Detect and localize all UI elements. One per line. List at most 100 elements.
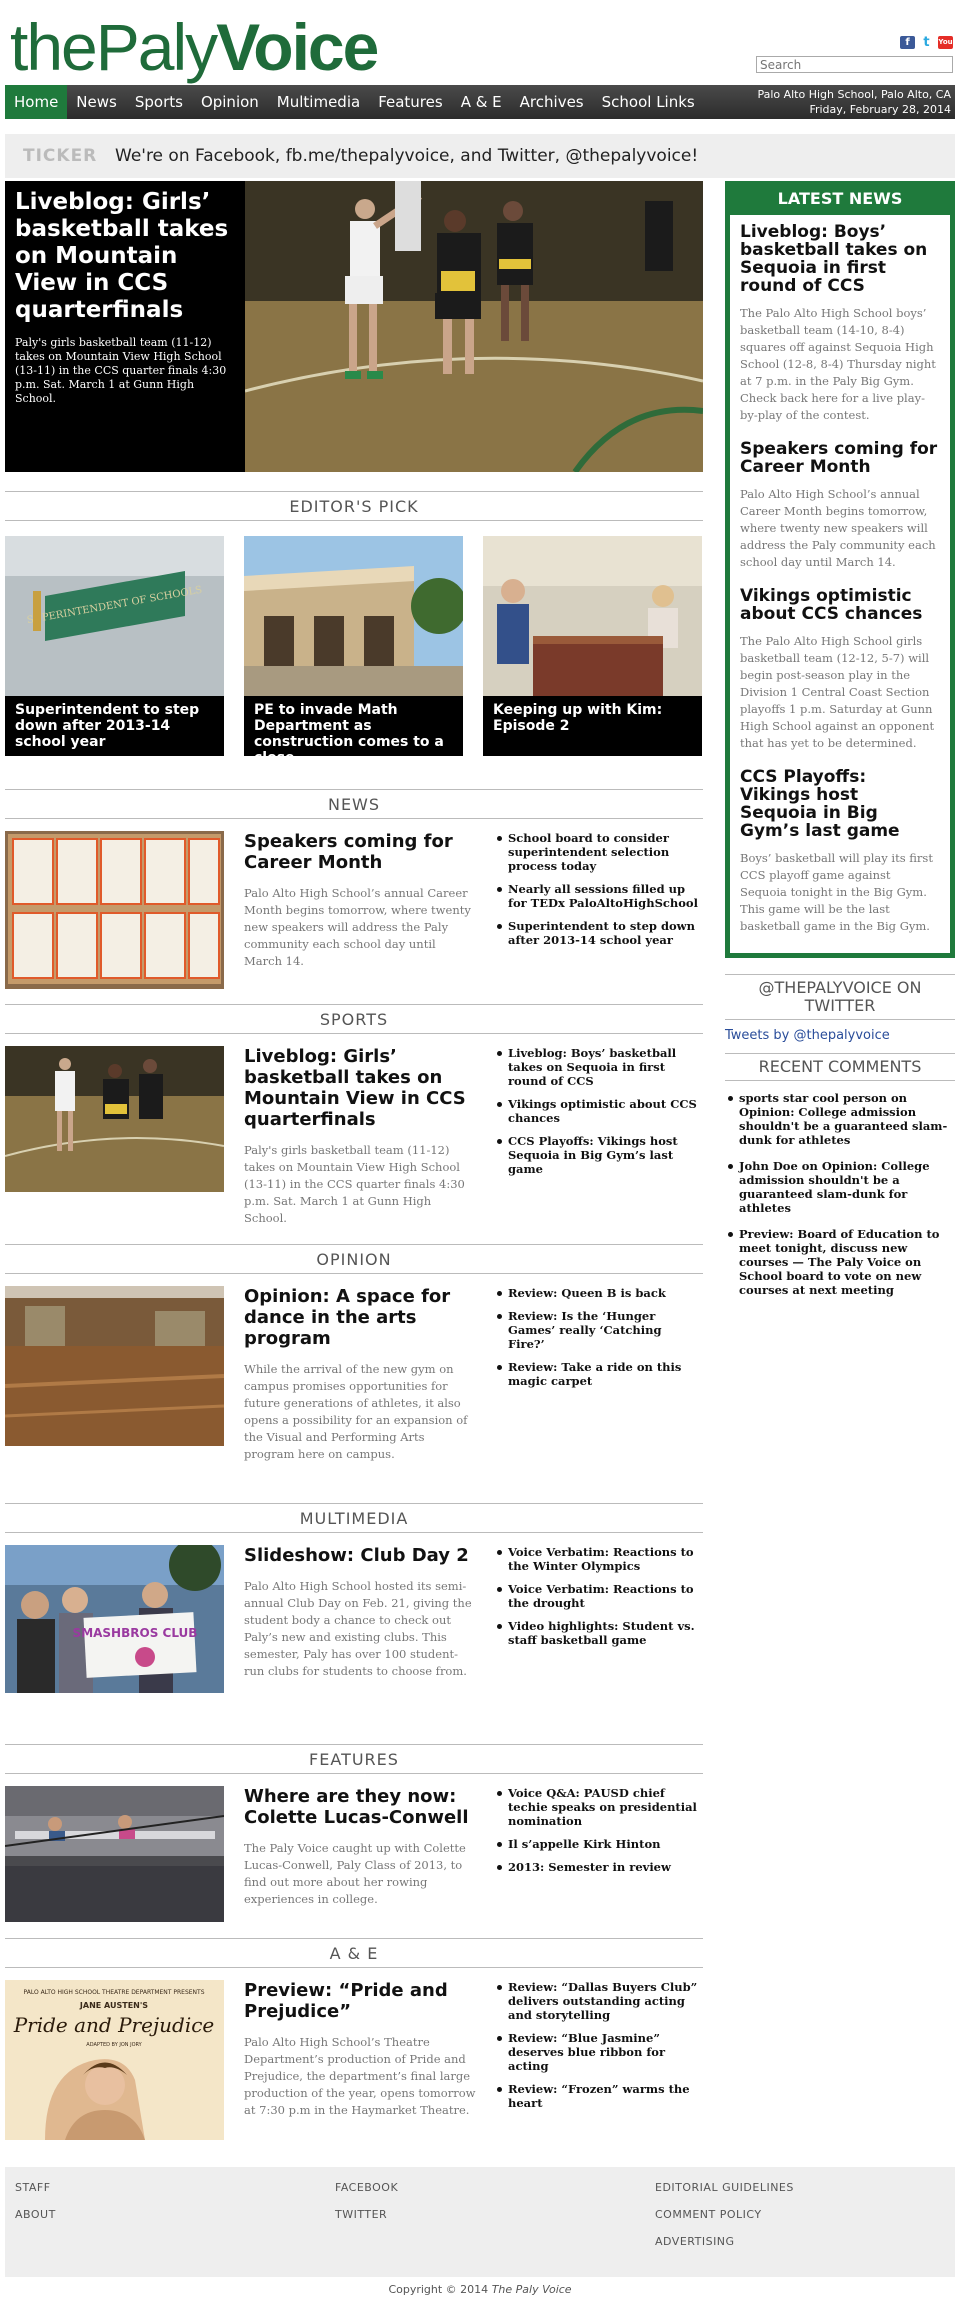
multimedia-link[interactable]: Voice Verbatim: Reactions to the drought xyxy=(494,1582,702,1610)
featured-story-title[interactable]: Liveblog: Girls’ basketball takes on Mou… xyxy=(15,189,235,324)
features-link[interactable]: 2013: Semester in review xyxy=(494,1860,702,1874)
editors-pick-caption[interactable]: Keeping up with Kim: Episode 2 xyxy=(483,696,702,756)
features-link[interactable]: Il s’appelle Kirk Hinton xyxy=(494,1837,702,1851)
multimedia-image[interactable]: SMASHBROS CLUB xyxy=(5,1545,224,1744)
nav-school-links[interactable]: School Links xyxy=(593,85,704,119)
sports-title[interactable]: Liveblog: Girls’ basketball takes on Mou… xyxy=(244,1046,476,1130)
multimedia-section: SMASHBROS CLUB Slideshow: Club Day 2 Pal… xyxy=(5,1545,703,1744)
sports-image[interactable] xyxy=(5,1046,224,1244)
opinion-link[interactable]: Review: Is the ‘Hunger Games’ really ‘Ca… xyxy=(494,1309,702,1351)
footer-twitter-link[interactable]: TWITTER xyxy=(335,2201,398,2228)
editors-pick-item[interactable]: PE to invade Math Department as construc… xyxy=(244,536,463,756)
nav-date: Friday, February 28, 2014 xyxy=(809,103,951,116)
nav-features[interactable]: Features xyxy=(369,85,452,119)
latest-news-title[interactable]: Liveblog: Boys’ basketball takes on Sequ… xyxy=(740,223,940,295)
news-image[interactable] xyxy=(5,831,224,1004)
footer-about-link[interactable]: ABOUT xyxy=(15,2201,56,2228)
sign-photo: SUPERINTENDENT OF SCHOOLS xyxy=(5,536,224,696)
basketball-thumb xyxy=(5,1046,224,1192)
editors-pick-caption[interactable]: Superintendent to step down after 2013-1… xyxy=(5,696,224,756)
comment-item[interactable]: John Doe on Opinion: College admission s… xyxy=(725,1159,955,1215)
multimedia-link[interactable]: Video highlights: Student vs. staff bask… xyxy=(494,1619,702,1647)
news-heading: NEWS xyxy=(5,789,703,819)
dance-studio-photo xyxy=(5,1286,224,1446)
ae-link[interactable]: Review: “Blue Jasmine” deserves blue rib… xyxy=(494,2031,702,2073)
footer-staff-link[interactable]: STAFF xyxy=(15,2174,56,2201)
main-nav: Home News Sports Opinion Multimedia Feat… xyxy=(5,85,955,119)
nav-ae[interactable]: A & E xyxy=(452,85,511,119)
career-board-photo xyxy=(5,831,224,989)
latest-news-title[interactable]: Vikings optimistic about CCS chances xyxy=(740,587,940,623)
featured-story-image[interactable] xyxy=(245,181,703,472)
comment-item[interactable]: sports star cool person on Opinion: Coll… xyxy=(725,1091,955,1147)
news-link[interactable]: Superintendent to step down after 2013-1… xyxy=(494,919,702,947)
footer-facebook-link[interactable]: FACEBOOK xyxy=(335,2174,398,2201)
opinion-link[interactable]: Review: Queen B is back xyxy=(494,1286,702,1300)
multimedia-link[interactable]: Voice Verbatim: Reactions to the Winter … xyxy=(494,1545,702,1573)
main-column: Liveblog: Girls’ basketball takes on Mou… xyxy=(5,181,703,2152)
twitter-timeline-link[interactable]: Tweets by @thepalyvoice xyxy=(725,1028,955,1043)
ticker-message[interactable]: We're on Facebook, fb.me/thepalyvoice, a… xyxy=(115,146,698,166)
logo-paly: Paly xyxy=(95,10,218,84)
comment-item[interactable]: Preview: Board of Education to meet toni… xyxy=(725,1227,955,1297)
nav-multimedia[interactable]: Multimedia xyxy=(268,85,369,119)
latest-news-title[interactable]: CCS Playoffs: Vikings host Sequoia in Bi… xyxy=(740,768,940,840)
news-link[interactable]: Nearly all sessions filled up for TEDx P… xyxy=(494,882,702,910)
opinion-title[interactable]: Opinion: A space for dance in the arts p… xyxy=(244,1286,476,1349)
editors-pick-heading: EDITOR'S PICK xyxy=(5,491,703,521)
twitter-icon[interactable]: t xyxy=(919,36,934,49)
news-title[interactable]: Speakers coming for Career Month xyxy=(244,831,476,873)
editors-pick-caption[interactable]: PE to invade Math Department as construc… xyxy=(244,696,463,756)
multimedia-lead: Slideshow: Club Day 2 Palo Alto High Sch… xyxy=(244,1545,476,1744)
latest-news-box: LATEST NEWS Liveblog: Boys’ basketball t… xyxy=(725,181,955,958)
ae-title[interactable]: Preview: “Pride and Prejudice” xyxy=(244,1980,476,2022)
features-heading: FEATURES xyxy=(5,1744,703,1774)
features-link[interactable]: Voice Q&A: PAUSD chief techie speaks on … xyxy=(494,1786,702,1828)
footer-col-3: EDITORIAL GUIDELINES COMMENT POLICY ADVE… xyxy=(655,2174,794,2255)
search-input[interactable] xyxy=(756,56,953,73)
nav-news[interactable]: News xyxy=(67,85,126,119)
footer-advertising-link[interactable]: ADVERTISING xyxy=(655,2228,794,2255)
featured-story-summary: Paly's girls basketball team (11-12) tak… xyxy=(15,336,227,405)
sports-link[interactable]: Liveblog: Boys’ basketball takes on Sequ… xyxy=(494,1046,702,1088)
construction-image xyxy=(244,536,463,696)
facebook-icon[interactable]: f xyxy=(900,36,915,49)
poster-author: JANE AUSTEN'S xyxy=(79,2001,148,2010)
site-logo[interactable]: thePalyVoice xyxy=(10,14,379,80)
latest-news-title[interactable]: Speakers coming for Career Month xyxy=(740,440,940,476)
nav-archives[interactable]: Archives xyxy=(511,85,593,119)
opinion-image[interactable] xyxy=(5,1286,224,1503)
club-sign-text: SMASHBROS CLUB xyxy=(73,1626,198,1640)
ticker: TICKER We're on Facebook, fb.me/thepalyv… xyxy=(5,134,955,178)
ae-link[interactable]: Review: “Frozen” warms the heart xyxy=(494,2082,702,2110)
footer-comment-policy-link[interactable]: COMMENT POLICY xyxy=(655,2201,794,2228)
nav-location: Palo Alto High School, Palo Alto, CA xyxy=(757,88,951,101)
social-links: f t You xyxy=(900,36,953,49)
nav-sports[interactable]: Sports xyxy=(126,85,192,119)
editors-pick-list: SUPERINTENDENT OF SCHOOLS Superintendent… xyxy=(5,536,703,756)
news-link[interactable]: School board to consider superintendent … xyxy=(494,831,702,873)
editors-pick-item[interactable]: Keeping up with Kim: Episode 2 xyxy=(483,536,702,756)
youtube-icon[interactable]: You xyxy=(938,36,953,49)
features-title[interactable]: Where are they now: Colette Lucas-Conwel… xyxy=(244,1786,476,1828)
ae-image[interactable]: PALO ALTO HIGH SCHOOL THEATRE DEPARTMENT… xyxy=(5,1980,224,2152)
latest-news-item: Liveblog: Boys’ basketball takes on Sequ… xyxy=(730,223,950,432)
nav-opinion[interactable]: Opinion xyxy=(192,85,268,119)
copyright-name: The Paly Voice xyxy=(491,2283,572,2296)
editors-pick-item[interactable]: SUPERINTENDENT OF SCHOOLS Superintendent… xyxy=(5,536,224,756)
features-image[interactable] xyxy=(5,1786,224,1938)
opinion-link[interactable]: Review: Take a ride on this magic carpet xyxy=(494,1360,702,1388)
ae-link[interactable]: Review: “Dallas Buyers Club” delivers ou… xyxy=(494,1980,702,2022)
featured-story[interactable]: Liveblog: Girls’ basketball takes on Mou… xyxy=(5,181,703,472)
sports-link[interactable]: CCS Playoffs: Vikings host Sequoia in Bi… xyxy=(494,1134,702,1176)
sports-lead: Liveblog: Girls’ basketball takes on Mou… xyxy=(244,1046,476,1244)
sports-link[interactable]: Vikings optimistic about CCS chances xyxy=(494,1097,702,1125)
multimedia-title[interactable]: Slideshow: Club Day 2 xyxy=(244,1545,476,1566)
latest-news-summary: Boys’ basketball will play its first CCS… xyxy=(740,851,933,933)
latest-news-item: Vikings optimistic about CCS chances The… xyxy=(730,587,950,760)
poster-top-text: PALO ALTO HIGH SCHOOL THEATRE DEPARTMENT… xyxy=(23,1989,204,1996)
logo-voice: Voice xyxy=(216,10,379,84)
news-links: School board to consider superintendent … xyxy=(494,831,702,1004)
footer-editorial-guidelines-link[interactable]: EDITORIAL GUIDELINES xyxy=(655,2174,794,2201)
nav-home[interactable]: Home xyxy=(5,85,68,119)
